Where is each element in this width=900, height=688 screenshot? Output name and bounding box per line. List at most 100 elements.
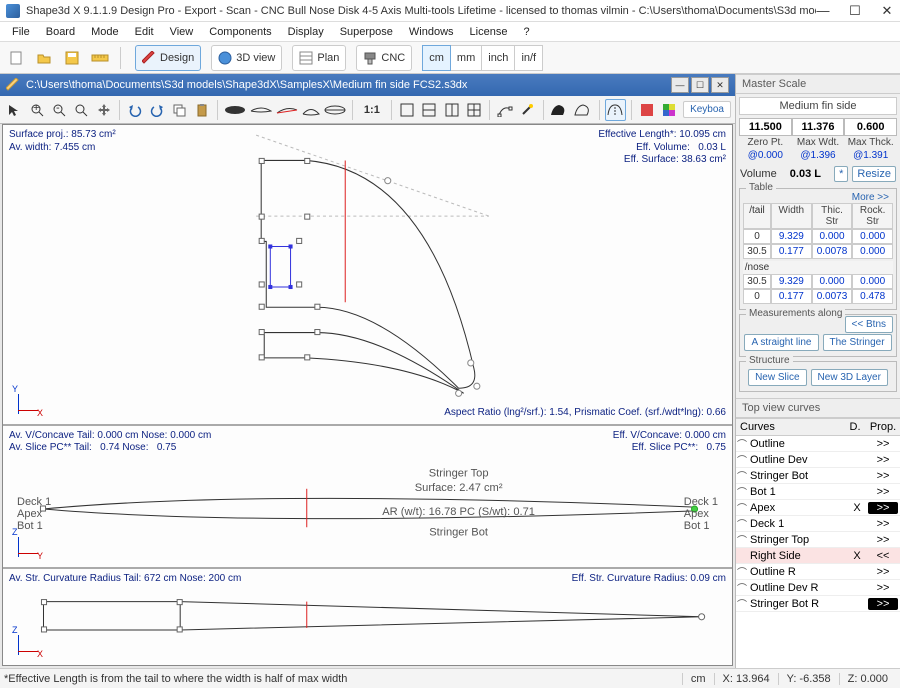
curve-props-button[interactable]: >> <box>868 566 898 578</box>
stringer-button[interactable]: The Stringer <box>823 334 892 351</box>
new-icon[interactable] <box>4 46 28 70</box>
bezier-icon[interactable] <box>495 99 515 121</box>
menu-file[interactable]: File <box>4 24 38 40</box>
dim-width[interactable]: 11.376 <box>792 118 845 136</box>
unit-inch-button[interactable]: inch <box>482 45 515 71</box>
pane-slice-view[interactable]: Av. V/Concave Tail: 0.000 cm Nose: 0.000… <box>3 426 732 570</box>
menu-windows[interactable]: Windows <box>401 24 462 40</box>
menu-superpose[interactable]: Superpose <box>332 24 401 40</box>
pane3-info-left: Av. Str. Curvature Radius Tail: 672 cm N… <box>9 573 241 586</box>
more-link[interactable]: More >> <box>743 192 893 203</box>
shape-thickness-icon[interactable] <box>249 99 273 121</box>
star-button[interactable]: * <box>834 166 848 182</box>
curve-row[interactable]: Right SideX<< <box>736 548 900 564</box>
unit-cm-button[interactable]: cm <box>422 45 451 71</box>
mode-design-button[interactable]: Design <box>135 45 201 71</box>
minimize-button[interactable]: — <box>816 4 830 18</box>
dim-length[interactable]: 11.500 <box>739 118 792 136</box>
pane-top-view[interactable]: Surface proj.: 85.73 cm² Av. width: 7.45… <box>3 125 732 426</box>
unit-inf-button[interactable]: in/f <box>515 45 543 71</box>
menu-display[interactable]: Display <box>280 24 332 40</box>
curve-props-button[interactable]: >> <box>868 582 898 594</box>
curve-row[interactable]: ⌒Stringer Bot R>> <box>736 596 900 612</box>
curve-name: Bot 1 <box>748 486 846 498</box>
dim-thick[interactable]: 0.600 <box>844 118 897 136</box>
layout-h-icon[interactable] <box>419 99 439 121</box>
menu-components[interactable]: Components <box>201 24 279 40</box>
copy-icon[interactable] <box>169 99 189 121</box>
menu-edit[interactable]: Edit <box>127 24 162 40</box>
pointer-icon[interactable] <box>4 99 24 121</box>
menu-license[interactable]: License <box>462 24 516 40</box>
layout-1-icon[interactable] <box>397 99 417 121</box>
svg-text:AR (w/t): 16.78 PC (S/wt): 0.7: AR (w/t): 16.78 PC (S/wt): 0.71 <box>382 506 535 518</box>
open-icon[interactable] <box>32 46 56 70</box>
new-3d-layer-button[interactable]: New 3D Layer <box>811 369 888 386</box>
save-icon[interactable] <box>60 46 84 70</box>
mirror-icon[interactable] <box>605 99 625 121</box>
doc-close-button[interactable]: ✕ <box>711 77 729 93</box>
wand-icon[interactable] <box>517 99 537 121</box>
unit-mm-button[interactable]: mm <box>451 45 482 71</box>
shape-full-icon[interactable] <box>323 99 347 121</box>
palette-red-icon[interactable] <box>636 99 656 121</box>
curve-row[interactable]: ⌒Outline>> <box>736 436 900 452</box>
zoom-in-icon[interactable]: + <box>26 99 46 121</box>
ruler-icon[interactable] <box>88 46 112 70</box>
menu-view[interactable]: View <box>162 24 202 40</box>
curve-row[interactable]: ⌒Stringer Bot>> <box>736 468 900 484</box>
new-slice-button[interactable]: New Slice <box>748 369 806 386</box>
curve-props-button[interactable]: >> <box>868 534 898 546</box>
zoom-ratio[interactable]: 1:1 <box>358 104 386 116</box>
status-y: Y: -6.358 <box>778 673 839 685</box>
curve-display-flag[interactable]: X <box>846 502 868 514</box>
keyboard-button[interactable]: Keyboa <box>683 101 731 118</box>
shape-outline-icon[interactable] <box>223 99 247 121</box>
layout-v-icon[interactable] <box>441 99 461 121</box>
curve-props-button[interactable]: >> <box>868 486 898 498</box>
curve-props-button[interactable]: >> <box>868 518 898 530</box>
curve-props-button[interactable]: << <box>868 550 898 562</box>
redo-icon[interactable] <box>147 99 167 121</box>
curve-display-flag[interactable]: X <box>846 550 868 562</box>
paste-icon[interactable] <box>192 99 212 121</box>
shape-slice-icon[interactable] <box>301 99 321 121</box>
curve-row[interactable]: ⌒Deck 1>> <box>736 516 900 532</box>
curve-row[interactable]: ⌒Outline Dev R>> <box>736 580 900 596</box>
curve-props-button[interactable]: >> <box>868 598 898 610</box>
pane-rocker-view[interactable]: Av. Str. Curvature Radius Tail: 672 cm N… <box>3 569 732 665</box>
doc-minimize-button[interactable]: — <box>671 77 689 93</box>
zoom-out-icon[interactable]: - <box>49 99 69 121</box>
curve-row[interactable]: ⌒Bot 1>> <box>736 484 900 500</box>
palette-grid-icon[interactable] <box>659 99 679 121</box>
maximize-button[interactable]: ☐ <box>848 4 862 18</box>
straight-line-button[interactable]: A straight line <box>744 334 818 351</box>
curve-row[interactable]: ⌒Outline Dev>> <box>736 452 900 468</box>
fin-black-icon[interactable] <box>548 99 570 121</box>
mode-plan-button[interactable]: Plan <box>292 45 346 71</box>
fin-outline-icon[interactable] <box>572 99 594 121</box>
curve-row[interactable]: ⌒ApexX>> <box>736 500 900 516</box>
curve-row[interactable]: ⌒Stringer Top>> <box>736 532 900 548</box>
curve-props-button[interactable]: >> <box>868 470 898 482</box>
btns-toggle[interactable]: << Btns <box>845 316 893 333</box>
curve-props-button[interactable]: >> <box>868 454 898 466</box>
close-button[interactable]: ✕ <box>880 4 894 18</box>
mode-3dview-button[interactable]: 3D view <box>211 45 282 71</box>
resize-button[interactable]: Resize <box>852 166 896 182</box>
status-z: Z: 0.000 <box>839 673 896 685</box>
design-panes: Surface proj.: 85.73 cm² Av. width: 7.45… <box>2 124 733 666</box>
shape-rocker-icon[interactable] <box>275 99 299 121</box>
doc-maximize-button[interactable]: ☐ <box>691 77 709 93</box>
zoom-fit-icon[interactable] <box>71 99 91 121</box>
curve-row[interactable]: ⌒Outline R>> <box>736 564 900 580</box>
pan-icon[interactable] <box>93 99 113 121</box>
menu-board[interactable]: Board <box>38 24 83 40</box>
curve-props-button[interactable]: >> <box>868 502 898 514</box>
menu-help[interactable]: ? <box>515 24 537 40</box>
menu-mode[interactable]: Mode <box>83 24 127 40</box>
undo-icon[interactable] <box>125 99 145 121</box>
mode-cnc-button[interactable]: CNC <box>356 45 412 71</box>
curve-props-button[interactable]: >> <box>868 438 898 450</box>
layout-4-icon[interactable] <box>464 99 484 121</box>
